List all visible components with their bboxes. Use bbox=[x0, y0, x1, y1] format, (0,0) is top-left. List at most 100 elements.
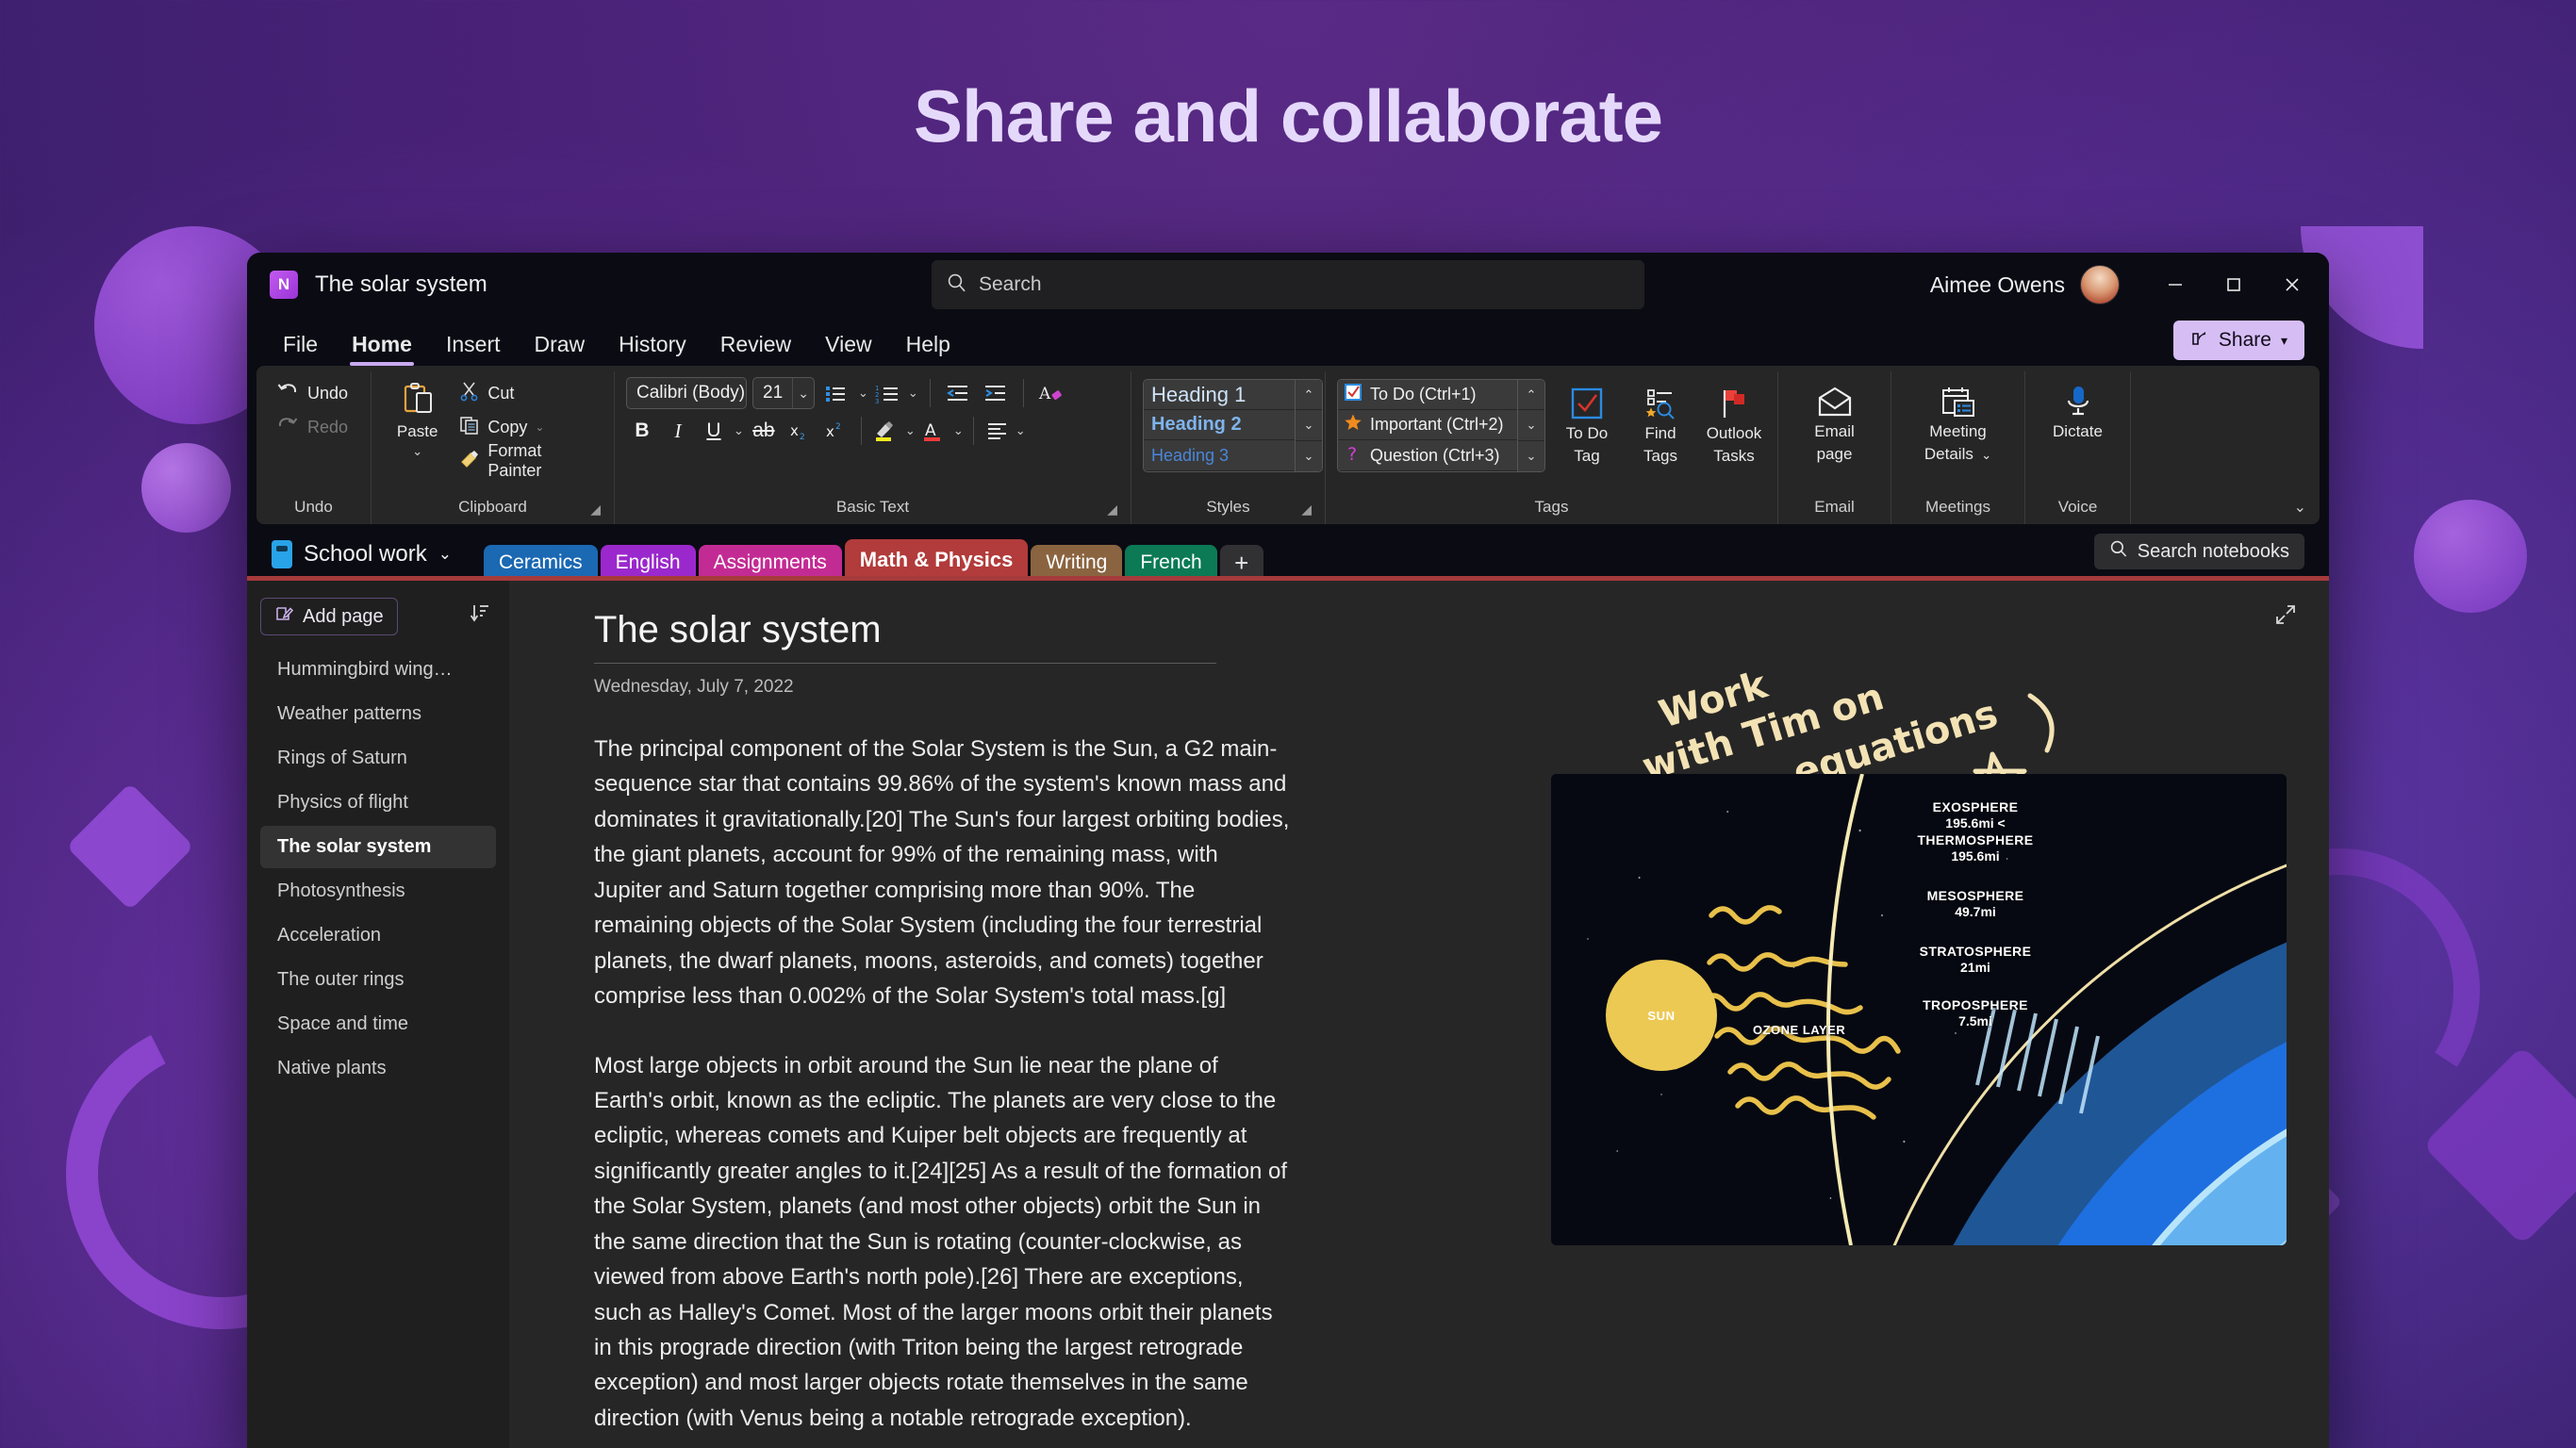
page-item-rings-of-saturn[interactable]: Rings of Saturn bbox=[260, 737, 496, 780]
font-color-button[interactable]: A bbox=[919, 415, 949, 447]
outlook-tasks-label-line1: Outlook bbox=[1706, 424, 1762, 442]
ribbon-tab-home[interactable]: Home bbox=[335, 332, 429, 366]
underline-button[interactable]: U bbox=[698, 415, 730, 447]
chevron-down-icon[interactable]: ⌄ bbox=[1016, 423, 1026, 438]
undo-icon bbox=[275, 380, 300, 407]
sort-pages-icon[interactable] bbox=[470, 603, 496, 630]
paste-button[interactable]: Paste ⌄ bbox=[383, 377, 452, 458]
redo-button[interactable]: Redo bbox=[272, 411, 352, 443]
maximize-button[interactable] bbox=[2204, 256, 2263, 313]
font-size-select[interactable]: 21 ⌄ bbox=[752, 377, 815, 409]
page-item-space-and-time[interactable]: Space and time bbox=[260, 1003, 496, 1045]
strikethrough-button[interactable]: ab bbox=[748, 415, 780, 447]
ribbon-tab-file[interactable]: File bbox=[266, 332, 335, 366]
page-item-the-outer-rings[interactable]: The outer rings bbox=[260, 959, 496, 1001]
dictate-button[interactable]: Dictate bbox=[2041, 377, 2115, 441]
font-name-select[interactable]: Calibri (Body) ⌄ bbox=[626, 377, 767, 409]
chevron-down-icon[interactable]: ⌄ bbox=[535, 420, 544, 434]
chevron-down-icon[interactable]: ⌄ bbox=[905, 423, 916, 438]
undo-button[interactable]: Undo bbox=[272, 377, 352, 409]
chevron-down-icon[interactable]: ⌄ bbox=[412, 444, 422, 459]
tag-to-do[interactable]: To Do (Ctrl+1) bbox=[1338, 380, 1517, 410]
styles-dialog-launcher-icon[interactable]: ◢ bbox=[1301, 502, 1312, 518]
question-icon: ? bbox=[1344, 444, 1362, 468]
chevron-down-icon[interactable]: ⌄ bbox=[734, 423, 744, 438]
styles-scroll-up-button[interactable]: ⌃ bbox=[1296, 380, 1322, 411]
page-item-native-plants[interactable]: Native plants bbox=[260, 1047, 496, 1090]
section-tab-math-and-physics[interactable]: Math & Physics bbox=[844, 539, 1029, 581]
avatar[interactable] bbox=[2080, 265, 2120, 304]
add-page-button[interactable]: Add page bbox=[260, 598, 398, 635]
meeting-details-button[interactable]: Meeting Details ⌄ bbox=[1907, 377, 2010, 463]
bullet-list-button[interactable] bbox=[820, 377, 852, 409]
chevron-down-icon[interactable]: ⌄ bbox=[908, 386, 918, 401]
basic-text-dialog-launcher-icon[interactable]: ◢ bbox=[1107, 502, 1117, 518]
minimize-button[interactable] bbox=[2146, 256, 2204, 313]
ribbon-tab-view[interactable]: View bbox=[808, 332, 888, 366]
email-page-button[interactable]: Email page bbox=[1798, 377, 1872, 463]
tags-scroll-down-button[interactable]: ⌄ bbox=[1518, 410, 1544, 441]
highlight-color-button[interactable] bbox=[871, 415, 901, 447]
page-item-physics-of-flight[interactable]: Physics of flight bbox=[260, 782, 496, 824]
styles-more-button[interactable]: ⌄ bbox=[1296, 440, 1322, 471]
search-notebooks-button[interactable]: Search notebooks bbox=[2093, 534, 2304, 569]
ribbon-group-label-styles: Styles ◢ bbox=[1143, 494, 1313, 524]
page-item-photosynthesis[interactable]: Photosynthesis bbox=[260, 870, 496, 913]
superscript-button[interactable]: x2 bbox=[819, 415, 851, 447]
ribbon-tab-review[interactable]: Review bbox=[703, 332, 808, 366]
format-painter-button[interactable]: Format Painter bbox=[455, 441, 603, 480]
page-item-hummingbird-wing[interactable]: Hummingbird wing… bbox=[260, 649, 496, 691]
page-title[interactable]: The solar system bbox=[594, 609, 1216, 664]
ribbon-tab-help[interactable]: Help bbox=[889, 332, 967, 366]
styles-gallery[interactable]: Heading 1 Heading 2 Heading 3 ⌃ ⌄ ⌄ bbox=[1143, 379, 1323, 472]
style-heading-3[interactable]: Heading 3 bbox=[1144, 440, 1295, 470]
ribbon-tab-draw[interactable]: Draw bbox=[518, 332, 603, 366]
notebook-selector[interactable]: School work ⌄ bbox=[272, 540, 452, 581]
ribbon-tab-insert[interactable]: Insert bbox=[429, 332, 518, 366]
style-heading-1[interactable]: Heading 1 bbox=[1144, 380, 1295, 410]
ribbon-group-styles: Heading 1 Heading 2 Heading 3 ⌃ ⌄ ⌄ Styl… bbox=[1131, 371, 1326, 524]
styles-scroll-down-button[interactable]: ⌄ bbox=[1296, 410, 1322, 441]
tag-question[interactable]: ? Question (Ctrl+3) bbox=[1338, 440, 1517, 470]
atmosphere-diagram[interactable]: SUN OZONE LAYER EXOSPHERE 195.6mi < THER… bbox=[1551, 774, 2287, 1245]
italic-button[interactable]: I bbox=[662, 415, 694, 447]
cut-button[interactable]: Cut bbox=[455, 377, 603, 409]
page-item-weather-patterns[interactable]: Weather patterns bbox=[260, 693, 496, 735]
page-paragraph-1[interactable]: The principal component of the Solar Sys… bbox=[594, 732, 1292, 1014]
numbered-list-button[interactable]: 123 bbox=[874, 377, 902, 409]
page-item-the-solar-system[interactable]: The solar system bbox=[260, 826, 496, 868]
decrease-indent-button[interactable] bbox=[942, 377, 974, 409]
tag-important[interactable]: Important (Ctrl+2) bbox=[1338, 410, 1517, 440]
tags-scroll-up-button[interactable]: ⌃ bbox=[1518, 380, 1544, 411]
copy-button[interactable]: Copy ⌄ bbox=[455, 411, 603, 443]
paste-label: Paste bbox=[396, 422, 438, 440]
decorative-diamond-right bbox=[2421, 1045, 2576, 1246]
paragraph-alignment-button[interactable] bbox=[983, 415, 1012, 447]
find-tags-button[interactable]: Find Tags bbox=[1628, 379, 1693, 465]
page-paragraph-2[interactable]: Most large objects in orbit around the S… bbox=[594, 1048, 1292, 1437]
bold-button[interactable]: B bbox=[626, 415, 658, 447]
increase-indent-button[interactable] bbox=[980, 377, 1012, 409]
tags-gallery[interactable]: To Do (Ctrl+1) Important (Ctrl+2) ? Ques… bbox=[1337, 379, 1545, 472]
ribbon-tab-history[interactable]: History bbox=[602, 332, 703, 366]
clipboard-dialog-launcher-icon[interactable]: ◢ bbox=[590, 502, 601, 518]
subscript-button[interactable]: x2 bbox=[784, 415, 816, 447]
style-heading-2[interactable]: Heading 2 bbox=[1144, 410, 1295, 440]
clear-formatting-button[interactable]: A bbox=[1035, 377, 1067, 409]
page-canvas[interactable]: The solar system Wednesday, July 7, 2022… bbox=[509, 581, 2329, 1448]
chevron-down-icon[interactable]: ⌄ bbox=[1978, 448, 1991, 462]
chevron-down-icon[interactable]: ⌄ bbox=[953, 423, 964, 438]
copy-label: Copy bbox=[487, 417, 528, 436]
close-button[interactable] bbox=[2263, 256, 2321, 313]
search-input[interactable]: Search bbox=[932, 260, 1644, 309]
chevron-down-icon[interactable]: ⌄ bbox=[858, 386, 868, 401]
outlook-tasks-button[interactable]: Outlook Tasks bbox=[1702, 379, 1766, 465]
expand-page-icon[interactable] bbox=[2274, 603, 2297, 632]
page-item-acceleration[interactable]: Acceleration bbox=[260, 914, 496, 957]
tags-more-button[interactable]: ⌄ bbox=[1518, 440, 1544, 471]
share-button[interactable]: Share ▾ bbox=[2172, 321, 2304, 360]
collapse-ribbon-button[interactable]: ⌄ bbox=[2294, 498, 2306, 517]
to-do-tag-button[interactable]: To Do Tag bbox=[1555, 379, 1619, 465]
dictate-label: Dictate bbox=[2053, 422, 2103, 440]
meeting-details-label-line2: Details bbox=[1924, 444, 1973, 463]
